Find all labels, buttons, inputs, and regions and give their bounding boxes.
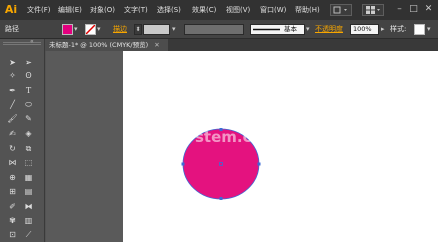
menu-view[interactable]: 视图(V) bbox=[226, 5, 250, 16]
stroke-swatch[interactable] bbox=[85, 24, 96, 35]
symbol-sprayer-tool-icon[interactable]: ✾ bbox=[6, 216, 19, 226]
pencil-tool-icon[interactable]: ✎ bbox=[22, 114, 35, 124]
blend-tool-icon[interactable]: ⧓ bbox=[22, 202, 35, 212]
bridge-button[interactable] bbox=[330, 4, 352, 16]
arrange-documents-icon bbox=[366, 6, 380, 14]
fill-swatch[interactable] bbox=[62, 24, 73, 35]
ellipse-tool-icon[interactable]: ⬭ bbox=[22, 100, 35, 110]
column-graph-tool-icon[interactable]: ▥ bbox=[22, 216, 35, 226]
perspective-grid-tool-icon[interactable]: ▦ bbox=[22, 173, 35, 183]
style-dropdown-icon[interactable]: ▾ bbox=[427, 23, 431, 36]
stroke-weight-input[interactable] bbox=[143, 24, 170, 35]
style-label: 样式: bbox=[390, 25, 407, 33]
shape-builder-tool-icon[interactable]: ⊕ bbox=[6, 173, 19, 183]
stroke-weight-stepper[interactable]: ⬍ bbox=[134, 24, 142, 35]
stroke-weight-dropdown-icon[interactable]: ▾ bbox=[172, 23, 176, 36]
lasso-tool-icon[interactable]: ʘ bbox=[22, 71, 35, 81]
minimize-button[interactable]: – bbox=[393, 3, 406, 16]
mesh-tool-icon[interactable]: ⊞ bbox=[6, 187, 19, 197]
artboard[interactable] bbox=[123, 51, 438, 242]
magic-wand-tool-icon[interactable]: ✧ bbox=[6, 71, 19, 81]
no-stroke-icon bbox=[85, 24, 96, 35]
close-button[interactable]: ✕ bbox=[422, 3, 435, 16]
free-transform-tool-icon[interactable]: ⬚ bbox=[22, 158, 35, 168]
stroke-style-label: 基本 bbox=[284, 25, 297, 33]
document-tab[interactable]: 未标题-1* @ 100% (CMYK/预览) ✕ bbox=[45, 39, 168, 51]
menu-effect[interactable]: 效果(C) bbox=[192, 5, 216, 16]
toolbar-grip[interactable] bbox=[3, 42, 41, 45]
line-tool-icon[interactable]: ╱ bbox=[6, 100, 19, 110]
maximize-button[interactable]: □ bbox=[407, 3, 420, 16]
menu-select[interactable]: 选择(S) bbox=[157, 5, 181, 16]
collapse-toolbar-icon[interactable]: « bbox=[30, 38, 34, 45]
width-tool-icon[interactable]: ⋈ bbox=[6, 158, 19, 168]
stroke-dropdown-icon[interactable]: ▾ bbox=[97, 23, 101, 36]
selection-tool-icon[interactable]: ➤ bbox=[6, 58, 19, 68]
pen-tool-icon[interactable]: ✒ bbox=[6, 86, 19, 96]
app-logo: Ai bbox=[4, 3, 18, 16]
variable-width-profile[interactable] bbox=[184, 24, 244, 35]
direct-selection-tool-icon[interactable]: ➢ bbox=[22, 58, 35, 68]
slice-tool-icon[interactable]: ⟋ bbox=[22, 230, 35, 240]
stroke-line-icon bbox=[253, 28, 280, 31]
menu-file[interactable]: 文件(F) bbox=[27, 5, 51, 16]
stroke-label[interactable]: 描边 bbox=[113, 23, 127, 36]
arrange-documents-button[interactable] bbox=[362, 4, 384, 16]
document-tab-title: 未标题-1* @ 100% (CMYK/预览) bbox=[49, 41, 149, 49]
fill-dropdown-icon[interactable]: ▾ bbox=[74, 23, 78, 36]
menu-help[interactable]: 帮助(H) bbox=[295, 5, 320, 16]
gradient-tool-icon[interactable]: ▤ bbox=[22, 187, 35, 197]
close-tab-icon[interactable]: ✕ bbox=[154, 41, 159, 49]
anchor-point-bottom[interactable] bbox=[219, 197, 223, 200]
blob-brush-tool-icon[interactable]: ✍ bbox=[6, 129, 19, 139]
type-tool-icon[interactable]: T bbox=[22, 86, 35, 96]
selection-type-label: 路径 bbox=[5, 25, 19, 33]
scale-tool-icon[interactable]: ⧉ bbox=[22, 144, 35, 154]
menu-window[interactable]: 窗口(W) bbox=[260, 5, 286, 16]
menu-bar: Ai 文件(F) 编辑(E) 对象(O) 文字(T) 选择(S) 效果(C) 视… bbox=[0, 0, 438, 20]
brush-dropdown-icon[interactable]: ▾ bbox=[306, 23, 310, 36]
menu-type[interactable]: 文字(T) bbox=[124, 5, 148, 16]
eyedropper-tool-icon[interactable]: ✐ bbox=[6, 202, 19, 212]
control-bar: 路径 ▾ ▾ 描边 ⬍ ▾ 基本 ▾ 不透明度 100% ▸ 样式: ▾ bbox=[0, 20, 438, 39]
menu-object[interactable]: 对象(O) bbox=[90, 5, 115, 16]
opacity-dropdown-icon[interactable]: ▸ bbox=[381, 23, 385, 36]
bridge-icon bbox=[333, 6, 347, 14]
anchor-point-left[interactable] bbox=[181, 162, 185, 166]
opacity-label[interactable]: 不透明度 bbox=[315, 23, 343, 36]
brush-definition-field[interactable]: 基本 bbox=[250, 24, 305, 35]
anchor-point-right[interactable] bbox=[257, 162, 261, 166]
menu-edit[interactable]: 编辑(E) bbox=[58, 5, 82, 16]
graphic-style-swatch[interactable] bbox=[414, 24, 425, 35]
eraser-tool-icon[interactable]: ◈ bbox=[22, 129, 35, 139]
artboard-tool-icon[interactable]: ⊡ bbox=[6, 230, 19, 240]
rotate-tool-icon[interactable]: ↻ bbox=[6, 144, 19, 154]
opacity-input[interactable]: 100% bbox=[350, 24, 379, 35]
paintbrush-tool-icon[interactable]: 🖌 bbox=[6, 114, 19, 124]
watermark: stem.com bbox=[195, 128, 278, 146]
